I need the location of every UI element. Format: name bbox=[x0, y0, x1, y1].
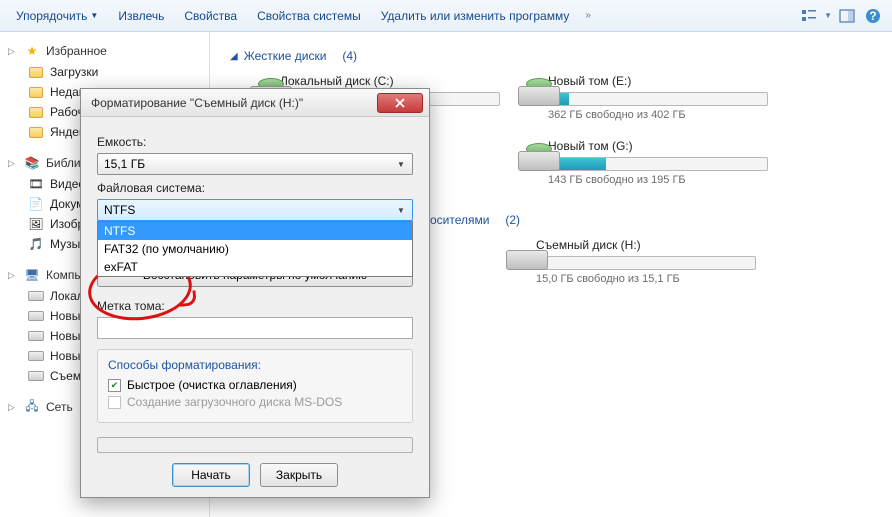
help-button[interactable]: ? bbox=[862, 5, 884, 27]
drive-icon bbox=[28, 331, 44, 341]
fs-option-fat32[interactable]: FAT32 (по умолчанию) bbox=[98, 240, 412, 258]
view-mode-button[interactable] bbox=[798, 5, 820, 27]
close-dialog-button[interactable]: Закрыть bbox=[260, 463, 338, 487]
drive-name: Новый том (G:) bbox=[548, 139, 768, 153]
document-icon: 📄 bbox=[28, 196, 44, 212]
favorites-group[interactable]: ▷ ★ Избранное bbox=[0, 40, 209, 62]
quick-format-checkbox[interactable]: ✔ bbox=[108, 379, 121, 392]
format-methods-label: Способы форматирования: bbox=[108, 358, 402, 372]
start-button[interactable]: Начать bbox=[172, 463, 250, 487]
folder-icon bbox=[29, 127, 43, 138]
msdos-boot-checkbox bbox=[108, 396, 121, 409]
drive-item[interactable]: Новый том (G:) 143 ГБ свободно из 195 ГБ bbox=[518, 139, 768, 186]
drive-icon bbox=[28, 371, 44, 381]
hdd-icon bbox=[518, 74, 538, 106]
extract-button[interactable]: Извлечь bbox=[110, 5, 172, 27]
volume-label-input[interactable] bbox=[97, 317, 413, 339]
caret-down-icon: ◢ bbox=[230, 51, 238, 62]
picture-icon: 🖼 bbox=[28, 216, 44, 232]
library-icon: 📚 bbox=[24, 155, 40, 171]
removable-drive-icon bbox=[506, 238, 526, 270]
video-icon: 🎞 bbox=[28, 176, 44, 192]
format-progress-bar bbox=[97, 437, 413, 453]
capacity-label: Емкость: bbox=[97, 135, 413, 149]
format-methods-group: Способы форматирования: ✔ Быстрое (очист… bbox=[97, 349, 413, 423]
close-icon bbox=[395, 98, 405, 108]
format-dialog: Форматирование "Съемный диск (H:)" Емкос… bbox=[80, 88, 430, 498]
removable-section-header[interactable]: осителями (2) bbox=[426, 206, 876, 238]
hdd-icon bbox=[518, 139, 538, 171]
network-icon: 🖧 bbox=[24, 399, 40, 415]
drive-name: Съемный диск (H:) bbox=[536, 238, 756, 252]
drive-item[interactable]: Съемный диск (H:) 15,0 ГБ свободно из 15… bbox=[506, 238, 756, 285]
drive-freespace: 15,0 ГБ свободно из 15,1 ГБ bbox=[536, 273, 756, 285]
expander-icon: ▷ bbox=[8, 402, 18, 413]
fs-option-ntfs[interactable]: NTFS bbox=[98, 222, 412, 240]
capacity-bar bbox=[548, 157, 768, 171]
overflow-chevron-icon[interactable]: » bbox=[581, 10, 595, 21]
drive-item[interactable]: Новый том (E:) 362 ГБ свободно из 402 ГБ bbox=[518, 74, 768, 121]
quick-format-label: Быстрое (очистка оглавления) bbox=[127, 378, 297, 392]
drive-icon bbox=[28, 311, 44, 321]
close-button[interactable] bbox=[377, 93, 423, 113]
folder-icon bbox=[29, 67, 43, 78]
star-icon: ★ bbox=[24, 43, 40, 59]
hdd-section-header[interactable]: ◢ Жесткие диски (4) bbox=[226, 42, 876, 74]
capacity-bar bbox=[536, 256, 756, 270]
expander-icon: ▷ bbox=[8, 158, 18, 169]
volume-label-caption: Метка тома: bbox=[97, 299, 413, 313]
music-icon: 🎵 bbox=[28, 236, 44, 252]
chevron-down-icon: ▼ bbox=[394, 157, 408, 171]
drive-icon bbox=[28, 291, 44, 301]
properties-button[interactable]: Свойства bbox=[176, 5, 245, 27]
system-properties-button[interactable]: Свойства системы bbox=[249, 5, 369, 27]
drive-freespace: 362 ГБ свободно из 402 ГБ bbox=[548, 109, 768, 121]
msdos-boot-label: Создание загрузочного диска MS-DOS bbox=[127, 395, 342, 409]
preview-pane-button[interactable] bbox=[836, 5, 858, 27]
uninstall-button[interactable]: Удалить или изменить программу bbox=[373, 5, 578, 27]
capacity-combobox[interactable]: 15,1 ГБ ▼ bbox=[97, 153, 413, 175]
explorer-toolbar: Упорядочить▼ Извлечь Свойства Свойства с… bbox=[0, 0, 892, 32]
folder-icon bbox=[29, 87, 43, 98]
fs-option-exfat[interactable]: exFAT bbox=[98, 258, 412, 276]
chevron-down-icon[interactable]: ▼ bbox=[824, 11, 832, 20]
drive-icon bbox=[28, 351, 44, 361]
svg-text:?: ? bbox=[869, 9, 876, 23]
organize-button[interactable]: Упорядочить▼ bbox=[8, 5, 106, 27]
drive-name: Новый том (E:) bbox=[548, 74, 768, 88]
drive-freespace: 143 ГБ свободно из 195 ГБ bbox=[548, 174, 768, 186]
drive-name: Локальный диск (C:) bbox=[280, 74, 500, 88]
sidebar-item-downloads[interactable]: Загрузки bbox=[0, 62, 209, 82]
dialog-titlebar[interactable]: Форматирование "Съемный диск (H:)" bbox=[81, 89, 429, 117]
expander-icon: ▷ bbox=[8, 46, 18, 57]
chevron-down-icon: ▼ bbox=[394, 203, 408, 217]
filesystem-dropdown: NTFS FAT32 (по умолчанию) exFAT bbox=[97, 221, 413, 277]
computer-icon: 🖥 bbox=[24, 267, 40, 283]
filesystem-label: Файловая система: bbox=[97, 181, 413, 195]
capacity-bar bbox=[548, 92, 768, 106]
folder-icon bbox=[29, 107, 43, 118]
expander-icon: ▷ bbox=[8, 270, 18, 281]
chevron-down-icon: ▼ bbox=[90, 11, 98, 20]
dialog-title: Форматирование "Съемный диск (H:)" bbox=[91, 96, 377, 110]
filesystem-combobox[interactable]: NTFS ▼ NTFS FAT32 (по умолчанию) exFAT bbox=[97, 199, 413, 221]
